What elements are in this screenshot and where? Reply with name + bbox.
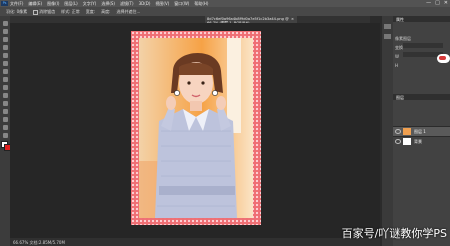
photo-artwork [131,31,261,225]
status-bar: 66.67% 文档:2.85M/5.70M [10,238,380,246]
layer-row[interactable]: 图层 1 [393,126,450,136]
stamp-tool-icon[interactable] [2,84,8,90]
lasso-tool-icon[interactable] [2,36,8,42]
floating-badge-icon [437,54,450,63]
property-row: H [395,52,443,68]
photoshop-logo-icon: Ps [1,1,8,6]
select-and-mask-button[interactable]: 选择并遮住... [117,9,141,15]
layers-panel-title: 图层 [396,94,404,100]
layer-name: 图层 1 [414,129,426,134]
minimize-button[interactable]: — [426,0,431,7]
layer-row[interactable]: 背景 [393,136,450,146]
properties-panel-title: 属性 [396,16,404,22]
hand-tool-icon[interactable] [2,132,8,138]
window-controls: — □ ✕ [426,0,448,7]
property-row: 变换 [395,34,403,50]
style-select[interactable]: 样式: 正常 [61,9,80,15]
antialias-label: 消除锯齿 [39,9,56,14]
property-label: H [395,63,399,68]
eraser-tool-icon[interactable] [2,100,8,106]
checkbox-icon [33,9,39,15]
tools-panel [0,16,11,246]
history-panel-icon[interactable] [384,24,391,29]
feather-field[interactable]: 羽化: 0像素 [6,9,27,15]
visibility-eye-icon[interactable] [395,139,401,144]
move-tool-icon[interactable] [2,20,8,26]
quick-select-tool-icon[interactable] [2,44,8,50]
property-row: 像素图层 [395,25,411,41]
maximize-button[interactable]: □ [435,0,440,7]
type-tool-icon[interactable] [2,124,8,130]
layer-thumbnail [403,128,411,135]
brush-tool-icon[interactable] [2,76,8,82]
pen-tool-icon[interactable] [2,116,8,122]
close-button[interactable]: ✕ [444,0,448,7]
tab-close-icon[interactable]: × [291,17,294,21]
document-tab-bar [10,16,370,23]
properties-panel-header: 属性 [393,16,450,22]
panel-icon-strip [382,16,393,246]
height-field[interactable]: 高度: [101,9,110,15]
gradient-tool-icon[interactable] [2,108,8,114]
width-field[interactable]: 宽度: [86,9,95,15]
visibility-eye-icon[interactable] [395,129,401,134]
menu-bar: Ps 文件(F) 编辑(E) 图像(I) 图层(L) 文字(Y) 选择(S) 滤… [0,0,450,7]
layer-name: 背景 [414,139,422,144]
options-bar: 羽化: 0像素 消除锯齿 样式: 正常 宽度: 高度: 选择并遮住... [0,7,450,16]
status-text: 66.67% 文档:2.85M/5.70M [13,240,65,245]
properties-panel-icon[interactable] [384,34,391,39]
healing-tool-icon[interactable] [2,68,8,74]
document-tab[interactable]: 8d7c6ef0a96a4b8f9d0a7e5f1c2b3a44.png @ 6… [205,16,297,25]
marquee-tool-icon[interactable] [2,28,8,34]
document-image[interactable] [131,31,261,225]
crop-tool-icon[interactable] [2,52,8,58]
property-row: W [395,43,443,59]
antialias-checkbox[interactable]: 消除锯齿 [33,9,55,15]
width-input[interactable] [403,43,443,48]
layer-thumbnail [403,138,411,145]
history-brush-tool-icon[interactable] [2,92,8,98]
watermark-text: 百家号/吖谜教你学PS [341,227,447,240]
layers-panel-header: 图层 [393,94,450,100]
panels-dock: 属性 像素图层 变换 W H 图层 图层 1 背景 [393,16,450,246]
eyedropper-tool-icon[interactable] [2,60,8,66]
